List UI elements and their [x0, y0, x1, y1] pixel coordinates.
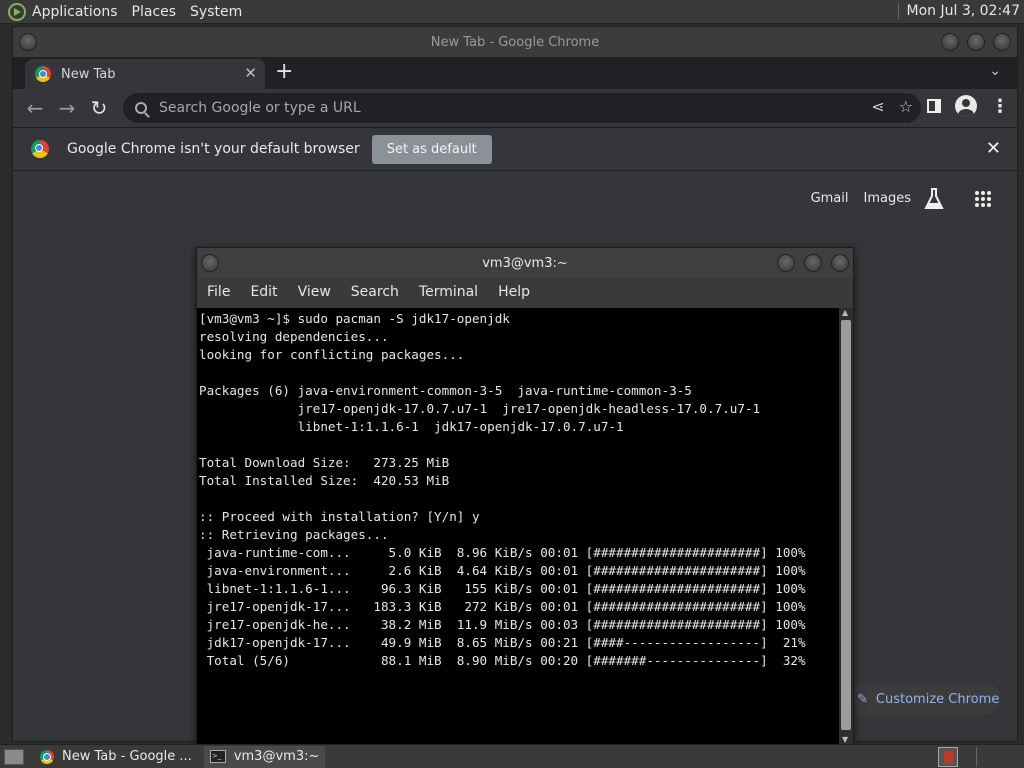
terminal-line: jre17-openjdk-17... 183.3 KiB 272 KiB/s … — [199, 599, 806, 614]
chrome-icon — [35, 66, 51, 82]
menu-search[interactable]: Search — [351, 284, 399, 300]
chrome-icon — [31, 140, 49, 158]
tab-strip: New Tab ✕ + ⌄ — [13, 57, 1017, 89]
terminal-close-button[interactable] — [831, 254, 849, 272]
minimize-button[interactable] — [941, 33, 959, 51]
menu-file[interactable]: File — [207, 284, 230, 300]
terminal-line: resolving dependencies... — [199, 329, 389, 344]
customize-label: Customize Chrome — [875, 691, 1000, 707]
taskbar-item-chrome[interactable]: New Tab - Google ... — [34, 746, 198, 768]
toolbar: ← → ↻ Search Google or type a URL ⋖ ☆ ⋮ — [13, 89, 1017, 127]
images-link[interactable]: Images — [864, 191, 912, 206]
clock[interactable]: Mon Jul 3, 02:47 — [897, 3, 1020, 19]
system-menu[interactable]: System — [190, 4, 242, 20]
menu-terminal[interactable]: Terminal — [419, 284, 478, 300]
terminal-line: libnet-1:1.1.6-1 jdk17-openjdk-17.0.7.u7… — [199, 419, 624, 434]
forward-arrow-icon[interactable]: → — [51, 96, 83, 120]
close-window-button[interactable] — [993, 33, 1011, 51]
new-tab-button[interactable]: + — [275, 59, 293, 84]
terminal-icon: >_ — [209, 750, 226, 763]
taskbar-item-terminal[interactable]: >_ vm3@vm3:~ — [203, 745, 326, 768]
terminal-output[interactable]: [vm3@vm3 ~]$ sudo pacman -S jdk17-openjd… — [197, 308, 839, 744]
tab-title: New Tab — [61, 66, 116, 82]
terminal-line: Total (5/6) 88.1 MiB 8.90 MiB/s 00:20 [#… — [199, 653, 806, 668]
terminal-maximize-button[interactable] — [804, 254, 822, 272]
terminal-scrollbar[interactable]: ▲ ▼ — [839, 308, 853, 744]
terminal-line: Packages (6) java-environment-common-3-5… — [199, 383, 692, 398]
terminal-window-menu-button[interactable] — [201, 254, 219, 272]
menu-edit[interactable]: Edit — [250, 284, 277, 300]
infobar-message: Google Chrome isn't your default browser — [67, 141, 360, 157]
terminal-line: Total Download Size: 273.25 MiB — [199, 455, 450, 470]
terminal-line: jre17-openjdk-he... 38.2 MiB 11.9 MiB/s … — [199, 617, 806, 632]
show-desktop-icon[interactable] — [4, 748, 24, 765]
menu-view[interactable]: View — [298, 284, 331, 300]
distro-logo-icon[interactable] — [8, 2, 26, 21]
google-apps-icon[interactable] — [975, 191, 991, 207]
scrollbar-thumb[interactable] — [841, 320, 851, 730]
bookmark-star-icon[interactable]: ☆ — [899, 97, 913, 116]
workspace-switcher-icon[interactable] — [938, 747, 958, 767]
terminal-line: jdk17-openjdk-17... 49.9 MiB 8.65 MiB/s … — [199, 635, 806, 650]
close-infobar-icon[interactable]: ✕ — [986, 138, 1001, 159]
terminal-line: Total Installed Size: 420.53 MiB — [199, 473, 450, 488]
reload-icon[interactable]: ↻ — [83, 96, 115, 120]
terminal-titlebar[interactable]: vm3@vm3:~ — [197, 248, 853, 278]
pencil-icon: ✎ — [857, 691, 868, 707]
terminal-line: :: Proceed with installation? [Y/n] y — [199, 509, 480, 524]
terminal-line: [vm3@vm3 ~]$ sudo pacman -S jdk17-openjd… — [199, 311, 510, 326]
workspace-2[interactable] — [976, 747, 1016, 767]
terminal-line: :: Retrieving packages... — [199, 527, 389, 542]
task-label: vm3@vm3:~ — [233, 749, 320, 764]
maximize-button[interactable] — [967, 33, 985, 51]
window-title: New Tab - Google Chrome — [430, 34, 600, 50]
scroll-up-icon[interactable]: ▲ — [842, 308, 848, 317]
terminal-line: looking for conflicting packages... — [199, 347, 465, 362]
set-as-default-button[interactable]: Set as default — [371, 134, 492, 164]
side-panel-icon[interactable] — [927, 99, 941, 113]
terminal-menubar: File Edit View Search Terminal Help — [197, 278, 853, 306]
top-panel: Applications Places System Mon Jul 3, 02… — [0, 0, 1024, 24]
labs-flask-icon[interactable] — [923, 187, 945, 211]
chrome-titlebar[interactable]: New Tab - Google Chrome — [13, 27, 1017, 57]
customize-chrome-button[interactable]: ✎ Customize Chrome — [849, 683, 1001, 715]
terminal-title: vm3@vm3:~ — [482, 255, 568, 271]
terminal-line: java-environment... 2.6 KiB 4.64 KiB/s 0… — [199, 563, 806, 578]
places-menu[interactable]: Places — [132, 4, 177, 20]
chrome-icon — [40, 749, 54, 764]
more-menu-icon[interactable]: ⋮ — [991, 96, 1009, 117]
terminal-line: jre17-openjdk-17.0.7.u7-1 jre17-openjdk-… — [199, 401, 761, 416]
task-label: New Tab - Google ... — [62, 749, 192, 764]
gmail-link[interactable]: Gmail — [811, 191, 849, 206]
terminal-window: vm3@vm3:~ File Edit View Search Terminal… — [196, 247, 854, 744]
omnibox[interactable]: Search Google or type a URL ⋖ ☆ — [123, 93, 921, 123]
window-menu-button[interactable] — [19, 33, 37, 51]
terminal-minimize-button[interactable] — [777, 254, 795, 272]
profile-avatar-icon[interactable] — [955, 95, 977, 117]
terminal-line: libnet-1:1.1.6-1... 96.3 KiB 155 KiB/s 0… — [199, 581, 806, 596]
close-icon[interactable]: ✕ — [244, 64, 257, 82]
applications-menu[interactable]: Applications — [32, 4, 118, 20]
scroll-down-icon[interactable]: ▼ — [842, 735, 848, 744]
default-browser-infobar: Google Chrome isn't your default browser… — [13, 127, 1017, 171]
terminal-line: java-runtime-com... 5.0 KiB 8.96 KiB/s 0… — [199, 545, 806, 560]
back-arrow-icon[interactable]: ← — [19, 96, 51, 120]
menu-help[interactable]: Help — [498, 284, 530, 300]
tab-search-chevron-icon[interactable]: ⌄ — [989, 63, 1001, 79]
search-icon — [135, 102, 147, 114]
omnibox-placeholder: Search Google or type a URL — [159, 100, 361, 116]
share-icon[interactable]: ⋖ — [871, 97, 884, 116]
bottom-panel: New Tab - Google ... >_ vm3@vm3:~ — [0, 744, 1024, 768]
tab-new-tab[interactable]: New Tab ✕ — [25, 59, 265, 89]
